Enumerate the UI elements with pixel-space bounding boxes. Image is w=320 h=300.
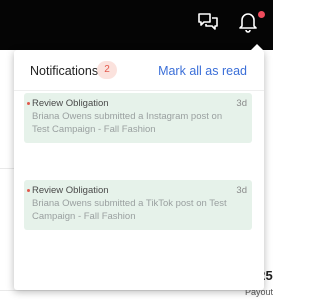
mark-all-read-link[interactable]: Mark all as read [158, 64, 247, 78]
notification-item[interactable]: Review Obligation 3d Briana Owens submit… [24, 93, 252, 143]
notification-item[interactable]: Review Obligation 3d Briana Owens submit… [24, 180, 252, 230]
messages-button[interactable] [194, 8, 222, 36]
notifications-header: Notifications 2 Mark all as read [14, 50, 264, 90]
notification-count-badge: 2 [97, 61, 117, 79]
chat-icon [198, 13, 218, 30]
notification-title: Review Obligation [32, 185, 109, 196]
divider [0, 290, 273, 291]
notification-time: 3d [236, 185, 247, 196]
notifications-title: Notifications [30, 64, 99, 78]
notification-time: 3d [236, 98, 247, 109]
unread-dot [27, 189, 30, 192]
top-nav-bar [0, 0, 273, 50]
notification-body: Briana Owens submitted a Instagram post … [32, 111, 223, 135]
unread-dot [27, 102, 30, 105]
bell-icon [239, 13, 257, 33]
notification-body: Briana Owens submitted a TikTok post on … [32, 198, 227, 222]
unread-indicator-dot [258, 11, 265, 18]
divider [0, 168, 14, 169]
header-divider [14, 90, 264, 91]
notification-title: Review Obligation [32, 98, 109, 109]
notifications-dropdown: Notifications 2 Mark all as read Review … [14, 44, 264, 290]
